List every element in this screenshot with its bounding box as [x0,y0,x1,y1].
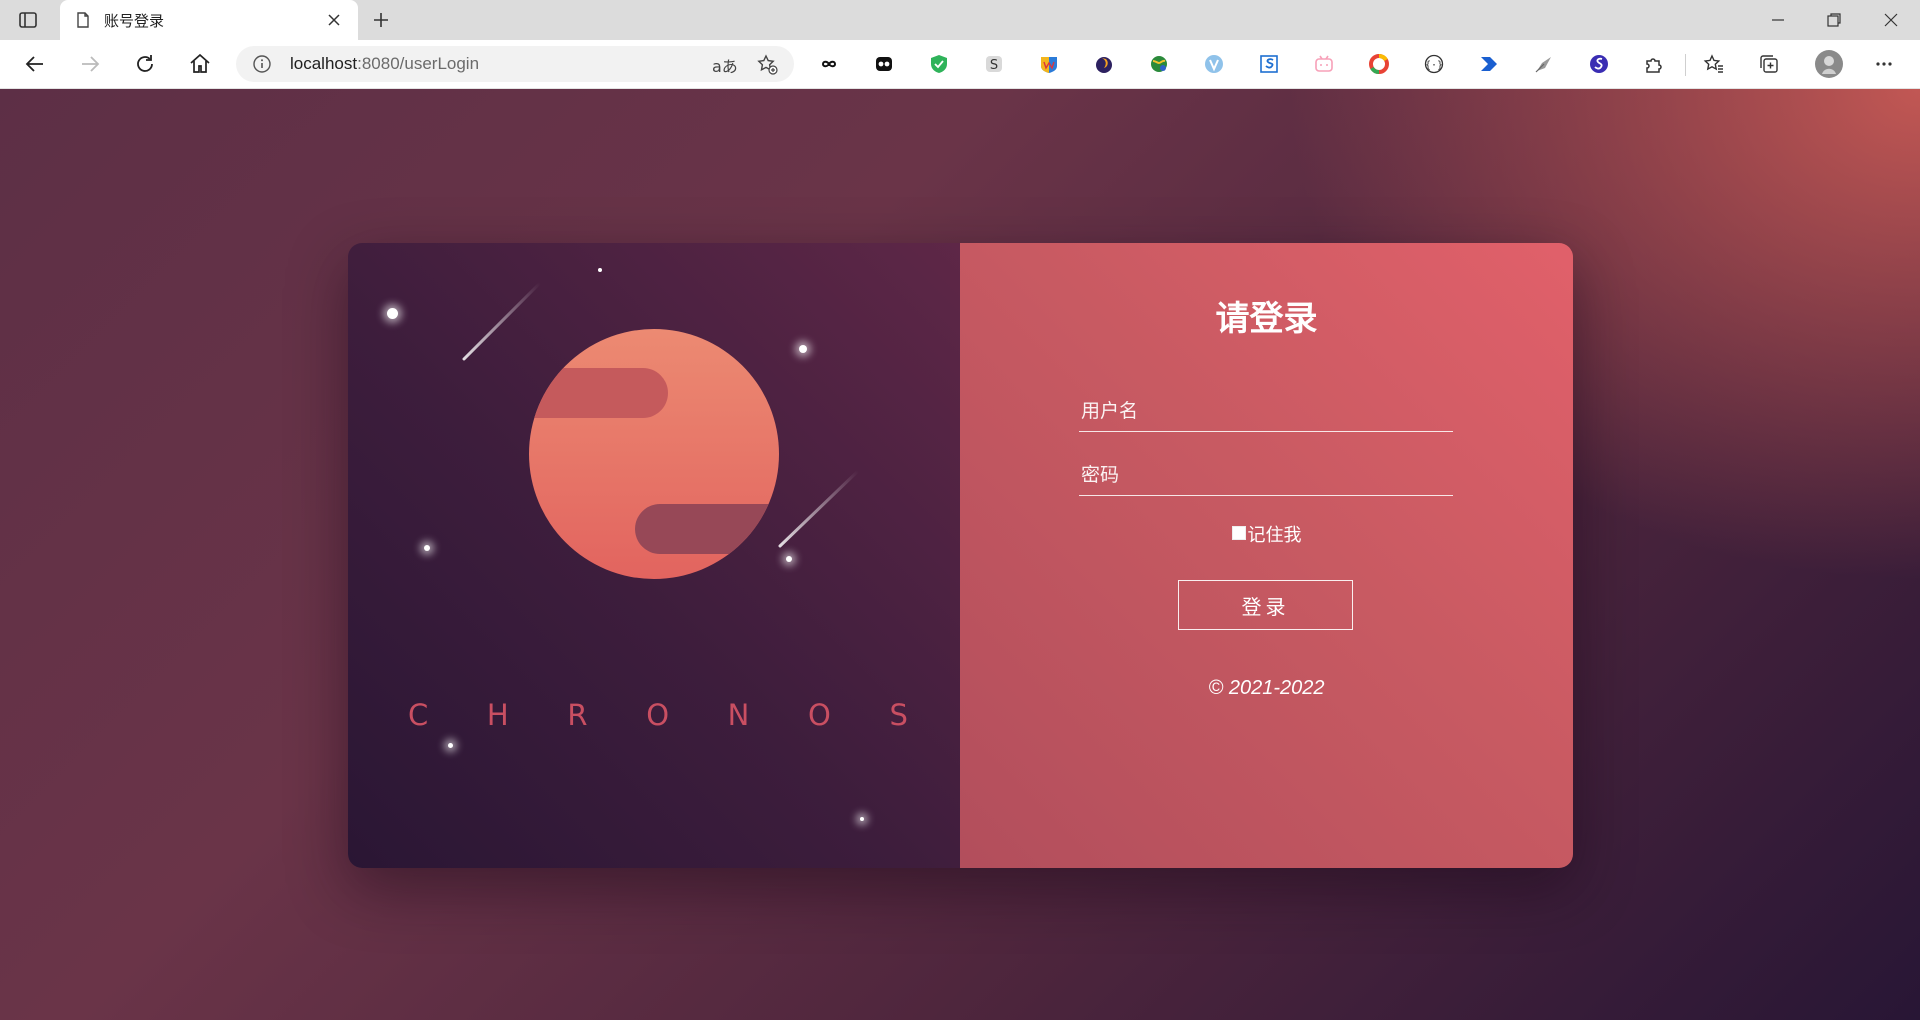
translate-icon[interactable]: aあ [712,53,738,77]
globe-extension-icon[interactable] [1148,53,1170,75]
login-button[interactable]: 登录 [1178,580,1353,630]
remember-me-checkbox[interactable] [1231,526,1246,540]
bilibili-icon[interactable] [1313,53,1335,75]
star [424,545,430,551]
brand-letter: N [727,698,750,732]
add-favorite-icon[interactable] [756,53,778,75]
star [786,556,792,562]
remember-me-row: 记住我 [960,521,1573,547]
svg-text:S: S [990,58,998,73]
minimize-icon[interactable] [1766,8,1790,32]
planet-band [529,368,668,418]
username-input[interactable] [1079,391,1453,431]
brand-letter: C [408,698,429,732]
browser-tab-active[interactable]: 账号登录 [60,0,358,40]
s-purple-icon[interactable] [1588,53,1610,75]
infinity-icon[interactable] [818,53,840,75]
tab-actions-icon[interactable] [17,9,39,31]
brand-letter: O [808,698,831,732]
illustration-panel: C H R O N O S [348,243,960,868]
page-icon [74,11,92,29]
restore-icon[interactable] [1822,8,1846,32]
favorites-icon[interactable] [1703,53,1725,75]
brand-letter: R [567,698,588,732]
back-icon[interactable] [22,51,48,77]
star [799,345,807,353]
avatar[interactable] [1814,49,1844,79]
window-close-icon[interactable] [1879,8,1903,32]
star [598,268,602,272]
address-bar[interactable]: localhost:8080/userLogin aあ [236,46,794,82]
shooting-star [778,469,860,548]
arrow-extension-icon[interactable] [1478,53,1500,75]
copyright-text: © 2021-2022 [1208,677,1325,699]
shield-icon[interactable] [928,53,950,75]
home-icon[interactable] [187,51,213,77]
flame-extension-icon[interactable] [1093,53,1115,75]
ghost-icon[interactable] [873,53,895,75]
url-text[interactable]: localhost:8080/userLogin [290,54,479,74]
s-extension-icon[interactable]: S [983,53,1005,75]
login-card: C H R O N O S 请登录 记住我 登录 © 2021-2022 [348,243,1573,868]
login-title: 请登录 [1215,299,1318,339]
toolbar-separator [1685,54,1686,76]
planet-band [635,504,779,554]
svg-text:{·}: {·} [1425,60,1443,71]
close-icon[interactable] [326,12,342,28]
brand-wordmark: C H R O N O S [408,698,908,732]
puzzle-icon[interactable] [1643,53,1665,75]
new-tab-icon[interactable] [370,9,392,31]
brand-letter: H [486,698,509,732]
star [387,308,398,319]
space-illustration [462,281,860,579]
forward-icon[interactable] [77,51,103,77]
password-input[interactable] [1079,455,1453,495]
star [860,817,864,821]
w-extension-icon[interactable] [1038,53,1060,75]
password-field-wrapper [1079,455,1453,496]
brand-letter: S [889,698,908,732]
star [448,743,453,748]
tab-title: 账号登录 [104,12,165,30]
chrome-ring-icon[interactable] [1368,53,1390,75]
s-square-extension-icon[interactable] [1258,53,1280,75]
page-background: C H R O N O S 请登录 记住我 登录 © 2021-2022 [0,89,1920,1020]
tab-bar: 账号登录 [0,0,1920,40]
browser-toolbar: localhost:8080/userLogin aあ S {·} [0,40,1920,89]
brand-letter: O [646,698,670,732]
login-form-panel: 请登录 记住我 登录 © 2021-2022 [960,243,1573,868]
refresh-icon[interactable] [132,51,158,77]
v-extension-icon[interactable] [1203,53,1225,75]
braces-icon[interactable]: {·} [1423,53,1445,75]
quill-icon[interactable] [1533,53,1555,75]
remember-me-label[interactable]: 记住我 [1248,525,1302,546]
info-icon[interactable] [252,54,272,74]
username-field-wrapper [1079,391,1453,432]
shooting-star [462,281,542,361]
collections-icon[interactable] [1758,53,1780,75]
more-icon[interactable] [1873,53,1895,75]
